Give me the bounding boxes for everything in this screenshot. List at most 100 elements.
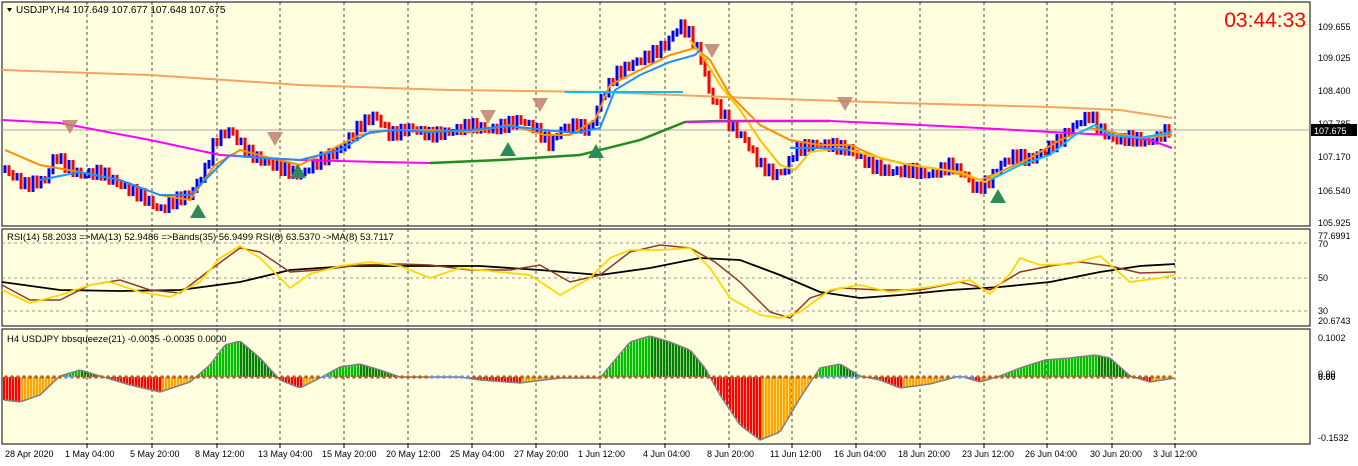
squeeze-bar: [225, 344, 228, 377]
squeeze-dot: [490, 375, 494, 379]
time-tick-label: 1 Jun 12:00: [578, 449, 625, 459]
squeeze-dot: [748, 375, 752, 379]
squeeze-bar: [141, 377, 144, 388]
squeeze-bar: [666, 341, 669, 377]
price-bar: [231, 127, 235, 136]
squeeze-bar: [735, 377, 738, 419]
price-bar: [767, 163, 771, 177]
price-bar: [667, 35, 671, 51]
squeeze-dot: [784, 375, 788, 379]
price-bar: [835, 138, 839, 155]
squeeze-bar: [360, 364, 363, 377]
squeeze-dot: [856, 375, 860, 379]
price-bar: [763, 157, 767, 177]
price-bar: [1075, 120, 1079, 129]
squeeze-bar: [9, 377, 12, 401]
squeeze-bar: [357, 364, 360, 377]
price-bar: [679, 19, 683, 35]
squeeze-dot: [256, 375, 260, 379]
price-bar: [47, 168, 51, 184]
squeeze-dot: [76, 375, 80, 379]
price-bar: [495, 123, 499, 135]
price-bar: [643, 50, 647, 66]
squeeze-dot: [718, 375, 722, 379]
squeeze-dot: [268, 375, 272, 379]
squeeze-bar: [15, 377, 18, 402]
squeeze-bar: [684, 348, 687, 377]
squeeze-bar: [21, 377, 24, 402]
price-bar: [619, 65, 623, 79]
squeeze-bar: [762, 377, 765, 439]
squeeze-bar: [39, 377, 42, 395]
squeeze-bar: [747, 377, 750, 431]
squeeze-bar: [612, 362, 615, 377]
squeeze-bar: [660, 339, 663, 377]
squeeze-bar: [732, 377, 735, 415]
squeeze-bar: [840, 364, 843, 377]
squeeze-dot: [928, 375, 932, 379]
squeeze-dot: [1078, 375, 1082, 379]
squeeze-bar: [1065, 358, 1068, 377]
squeeze-dot: [340, 375, 344, 379]
price-bar: [543, 131, 547, 143]
squeeze-bar: [1110, 358, 1113, 377]
squeeze-dot: [406, 375, 410, 379]
price-bar: [235, 129, 239, 146]
squeeze-dot: [940, 375, 944, 379]
squeeze-dot: [592, 375, 596, 379]
squeeze-dot: [1066, 375, 1070, 379]
squeeze-dot: [304, 375, 308, 379]
squeeze-dot: [1132, 375, 1136, 379]
trading-chart[interactable]: USDJPY,H4 107.649 107.677 107.648 107.67…: [0, 0, 1358, 466]
squeeze-bar: [354, 364, 357, 377]
price-bar: [275, 159, 279, 171]
squeeze-dot: [244, 375, 248, 379]
squeeze-dot: [742, 375, 746, 379]
squeeze-bar: [1059, 358, 1062, 377]
squeeze-dot: [736, 375, 740, 379]
price-bar: [923, 166, 927, 179]
squeeze-dot: [418, 375, 422, 379]
squeeze-bar: [654, 337, 657, 377]
time-tick-label: 8 Jun 20:00: [707, 449, 754, 459]
price-bar: [979, 181, 983, 194]
price-bar: [239, 137, 243, 146]
price-bar: [15, 172, 19, 181]
price-bar: [755, 147, 759, 168]
squeeze-dot: [994, 375, 998, 379]
price-bar: [927, 171, 931, 179]
price-bar: [1015, 149, 1019, 164]
price-bar: [455, 123, 459, 135]
squeeze-dot: [10, 375, 14, 379]
price-bar: [879, 159, 883, 176]
squeeze-dot: [352, 375, 356, 379]
squeeze-dot: [874, 375, 878, 379]
squeeze-dot: [652, 375, 656, 379]
squeeze-bar: [753, 377, 756, 436]
squeeze-dot: [664, 375, 668, 379]
squeeze-bar: [147, 377, 150, 390]
squeeze-bar: [729, 377, 732, 410]
price-tick-label: 105.925: [1318, 218, 1351, 228]
price-bar: [791, 155, 795, 163]
squeeze-dot: [394, 375, 398, 379]
time-tick-label: 23 Jun 12:00: [962, 449, 1014, 459]
price-bar: [35, 175, 39, 189]
squeeze-dot: [1024, 375, 1028, 379]
squeeze-bar: [1113, 361, 1116, 377]
squeeze-bar: [1086, 355, 1089, 377]
squeeze-dot: [40, 375, 44, 379]
squeeze-bar: [3, 377, 6, 400]
price-tick-label: 106.540: [1318, 186, 1351, 196]
squeeze-dot: [1012, 375, 1016, 379]
squeeze-dot: [292, 375, 296, 379]
price-bar: [31, 175, 35, 192]
squeeze-bar: [1056, 359, 1059, 377]
squeeze-dot: [100, 375, 104, 379]
squeeze-bar: [162, 377, 165, 391]
squeeze-bar: [252, 352, 255, 377]
squeeze-bar: [678, 345, 681, 377]
squeeze-dot: [1036, 375, 1040, 379]
squeeze-dot: [568, 375, 572, 379]
squeeze-bar: [1023, 366, 1026, 377]
